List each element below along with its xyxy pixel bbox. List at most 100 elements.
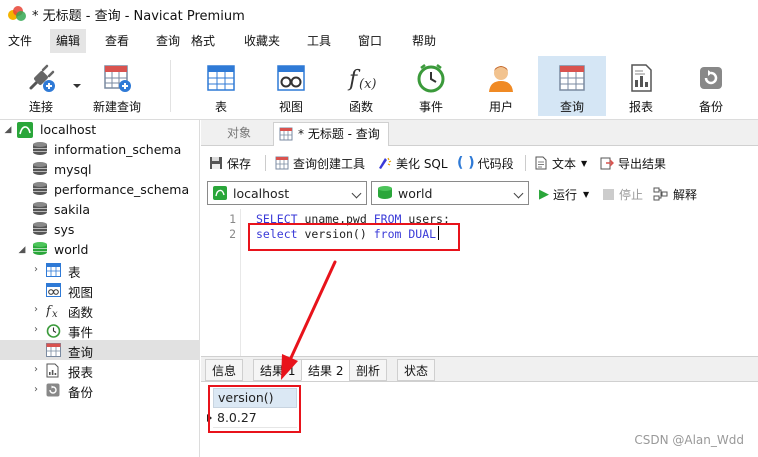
database-icon	[33, 222, 47, 237]
collapse-chevron-icon[interactable]: ◢	[3, 125, 13, 135]
expand-chevron-icon[interactable]: ›	[31, 385, 41, 395]
database-icon	[33, 142, 47, 157]
save-button[interactable]: 保存	[209, 154, 251, 172]
stop-label: 停止	[619, 187, 644, 202]
query-builder-icon	[275, 156, 289, 170]
tree-world-item[interactable]: › f x 函数	[0, 300, 200, 320]
query-icon	[279, 127, 293, 141]
query-button[interactable]: 查询	[538, 56, 606, 116]
menu-help[interactable]: 帮助	[408, 29, 440, 53]
new-query-icon	[101, 62, 133, 94]
menu-bar: 文件 编辑 查看 查询 格式 收藏夹 工具 窗口 帮助	[0, 28, 758, 54]
tree-database-mysql[interactable]: mysql	[0, 160, 200, 180]
table-button[interactable]: 表	[188, 56, 254, 116]
tree-label: 备份	[68, 385, 94, 400]
query-builder-button[interactable]: 查询创建工具	[275, 154, 365, 172]
tree-label: world	[54, 242, 89, 257]
function-label: 函数	[348, 100, 373, 114]
tree-label: 函数	[68, 305, 94, 320]
menu-tools[interactable]: 工具	[303, 29, 335, 53]
menu-favorites[interactable]: 收藏夹	[240, 29, 284, 53]
menu-view[interactable]: 查看	[101, 29, 133, 53]
tree-world-item[interactable]: › 表	[0, 260, 200, 280]
tree-database-sakila[interactable]: sakila	[0, 200, 200, 220]
view-button[interactable]: 视图	[258, 56, 324, 116]
expand-chevron-icon[interactable]: ›	[31, 265, 41, 275]
line-number: 1	[229, 212, 236, 226]
tree-world-item[interactable]: › 报表	[0, 360, 200, 380]
document-tabs: 对象 * 无标题 - 查询	[201, 120, 758, 146]
menu-format[interactable]: 格式	[187, 29, 219, 53]
text-label: 文本	[552, 156, 577, 171]
table-icon	[205, 62, 237, 94]
line-number: 2	[229, 227, 236, 241]
function-icon: f (x)	[345, 62, 377, 94]
new-query-button[interactable]: 新建查询	[84, 56, 150, 116]
event-label: 事件	[418, 100, 443, 114]
connect-button[interactable]: 连接	[8, 56, 74, 116]
menu-file[interactable]: 文件	[4, 29, 36, 53]
menu-query[interactable]: 查询	[152, 29, 184, 53]
query-icon	[556, 62, 588, 94]
collapse-chevron-icon[interactable]: ◢	[17, 245, 27, 255]
query-icon	[46, 343, 62, 359]
watermark: CSDN @Alan_Wdd	[634, 433, 744, 447]
tab-profile[interactable]: 剖析	[349, 359, 388, 381]
event-button[interactable]: 事件	[398, 56, 464, 116]
toolbar-divider	[265, 155, 266, 171]
stop-button[interactable]: 停止	[603, 185, 643, 203]
database-select[interactable]: world	[371, 181, 529, 205]
navicat-logo-icon	[8, 6, 26, 22]
tree-database-sys[interactable]: sys	[0, 220, 200, 240]
backup-icon	[46, 383, 62, 399]
explain-button[interactable]: 解释	[653, 185, 697, 203]
text-button[interactable]: 文本 ▼	[535, 154, 587, 172]
database-icon	[378, 185, 392, 201]
report-icon	[625, 62, 657, 94]
tab-objects[interactable]: 对象	[219, 122, 259, 146]
tree-database-world[interactable]: ◢ world	[0, 240, 200, 260]
expand-chevron-icon[interactable]: ›	[31, 365, 41, 375]
editor-toolbar: 保存 查询创建工具 美化 SQL ( ) 代码段 文本 ▼ 导出结果	[201, 147, 758, 177]
expand-chevron-icon[interactable]: ›	[31, 305, 41, 315]
tab-result-1[interactable]: 结果 1	[253, 359, 303, 381]
stop-icon	[603, 188, 614, 200]
connection-select[interactable]: localhost	[207, 181, 367, 205]
menu-edit[interactable]: 编辑	[50, 29, 87, 53]
beautify-icon	[379, 157, 392, 169]
tab-query[interactable]: * 无标题 - 查询	[273, 122, 389, 146]
toolbar-divider	[525, 155, 526, 171]
toolbar-divider	[170, 60, 171, 112]
mysql-connection-icon	[17, 122, 33, 138]
tree-connection-localhost[interactable]: ◢ localhost	[0, 120, 200, 140]
connect-dropdown-arrow-icon[interactable]	[73, 84, 81, 88]
code-snippet-button[interactable]: ( ) 代码段	[457, 154, 514, 172]
tab-info[interactable]: 信息	[205, 359, 244, 381]
export-results-button[interactable]: 导出结果	[600, 154, 666, 172]
user-icon	[485, 62, 517, 94]
chevron-down-icon: ▼	[583, 189, 590, 199]
function-button[interactable]: f (x) 函数	[328, 56, 394, 116]
backup-label: 备份	[698, 100, 723, 114]
tree-world-item[interactable]: 视图	[0, 280, 200, 300]
tree-database-information_schema[interactable]: information_schema	[0, 140, 200, 160]
save-label: 保存	[227, 156, 252, 171]
main-toolbar: 连接 新建查询 表 视图 f (x) 函数 事件 用户 查询 报表 备份	[0, 54, 758, 120]
expand-chevron-icon[interactable]: ›	[31, 325, 41, 335]
tree-world-item[interactable]: 查询	[0, 340, 200, 360]
tree-label: 事件	[68, 325, 94, 340]
menu-window[interactable]: 窗口	[354, 29, 386, 53]
table-label: 表	[214, 100, 227, 114]
report-icon	[46, 363, 62, 379]
tree-database-performance_schema[interactable]: performance_schema	[0, 180, 200, 200]
tab-status[interactable]: 状态	[397, 359, 436, 381]
user-button[interactable]: 用户	[468, 56, 534, 116]
tab-result-2[interactable]: 结果 2	[301, 359, 351, 381]
run-button[interactable]: ▶ 运行 ▼	[539, 185, 589, 203]
tree-label: mysql	[54, 162, 92, 177]
report-button[interactable]: 报表	[608, 56, 674, 116]
beautify-sql-button[interactable]: 美化 SQL	[377, 154, 448, 172]
backup-button[interactable]: 备份	[678, 56, 744, 116]
tree-world-item[interactable]: › 事件	[0, 320, 200, 340]
tree-world-item[interactable]: › 备份	[0, 380, 200, 400]
